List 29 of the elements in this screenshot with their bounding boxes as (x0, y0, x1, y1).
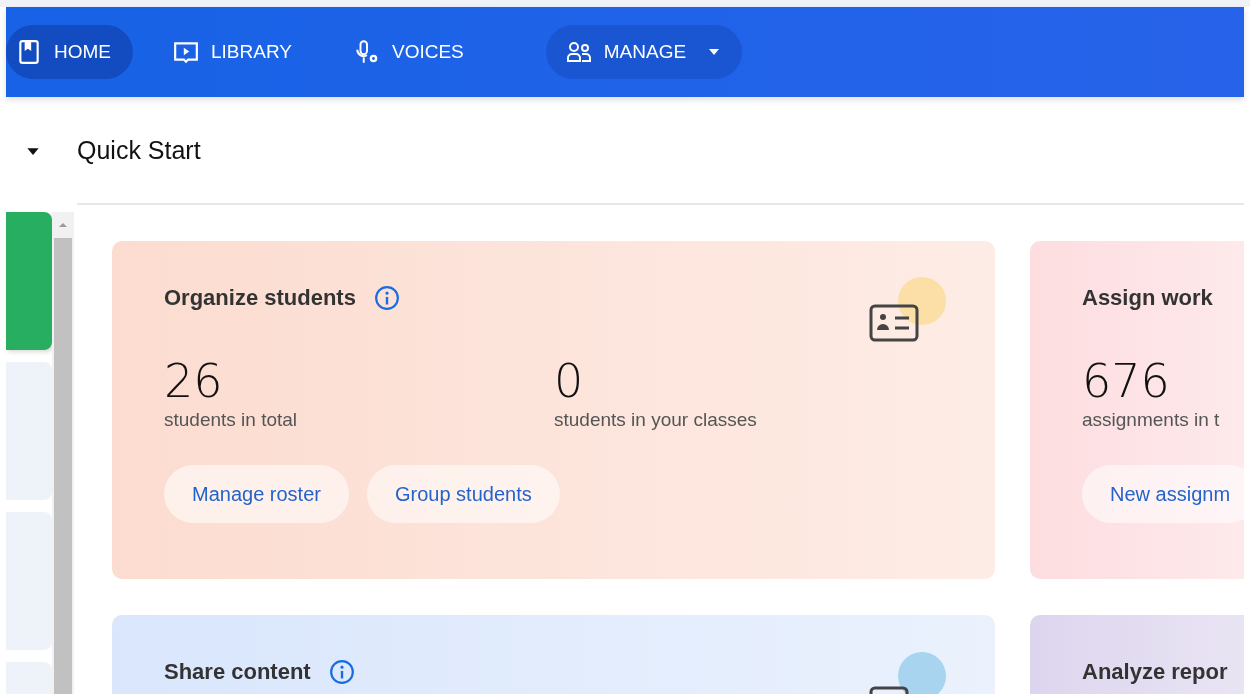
stat-label: students in your classes (554, 409, 758, 431)
scrollbar[interactable] (52, 212, 74, 694)
nav-tab[interactable]: MANAGE (545, 25, 743, 79)
card-title: Organize students (164, 285, 356, 311)
info-icon[interactable] (373, 285, 400, 311)
info-icon[interactable] (328, 659, 355, 685)
section-title: Quick Start (77, 135, 201, 165)
nav-tab[interactable]: VOICES (343, 25, 486, 79)
people-icon (565, 39, 592, 65)
nav-tab[interactable]: HOME (6, 25, 133, 79)
stat-value: 0 (554, 353, 585, 409)
microphone-gear-icon (353, 39, 380, 65)
card-action-button[interactable]: Manage roster (164, 465, 349, 523)
card-action-button[interactable]: Group students (366, 465, 560, 523)
card-title: Analyze repor (1082, 659, 1228, 685)
stat-value: 26 (164, 353, 224, 409)
caret-icon (708, 48, 721, 56)
video-book-icon (173, 39, 199, 65)
stat-value: 676 (1082, 353, 1171, 409)
stat-label: assignments in t (1082, 409, 1221, 431)
card-action-button[interactable]: New assignm (1082, 465, 1244, 523)
caret-icon[interactable] (26, 147, 40, 156)
scroll-up-arrow-icon[interactable] (58, 222, 68, 228)
nav-tab[interactable]: LIBRARY (163, 25, 314, 79)
card-title: Share content (164, 659, 311, 685)
card-title: Assign work (1082, 285, 1213, 311)
stat-label: students in total (164, 409, 299, 431)
sidebar-tab[interactable] (6, 212, 52, 350)
book-icon (16, 39, 42, 65)
